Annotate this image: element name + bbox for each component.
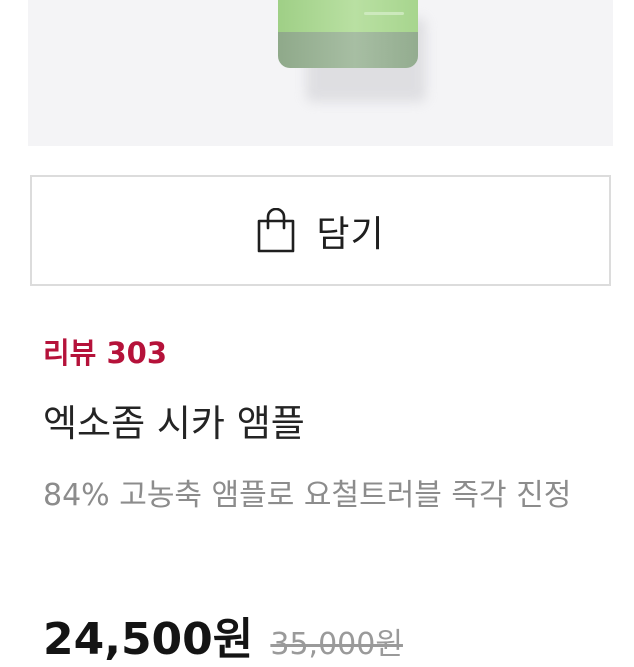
original-price: 35,000원	[270, 627, 403, 662]
price-row: 24,500원 35,000원	[43, 603, 403, 667]
product-description: 84% 고농축 앰플로 요철트러블 즉각 진정	[43, 478, 572, 513]
review-count-link[interactable]: 리뷰 303	[43, 330, 167, 372]
add-to-cart-button[interactable]: 담기	[30, 175, 611, 286]
product-bottle	[278, 0, 418, 68]
bottle-cap	[278, 0, 418, 32]
bottle-base	[278, 32, 418, 68]
add-to-cart-label: 담기	[316, 213, 385, 255]
sale-price: 24,500원	[43, 614, 254, 665]
shopping-bag-icon	[258, 207, 295, 252]
product-image[interactable]	[28, 0, 613, 146]
bottle-label	[364, 12, 404, 15]
product-name: 엑소좀 시카 앰플	[43, 402, 305, 445]
